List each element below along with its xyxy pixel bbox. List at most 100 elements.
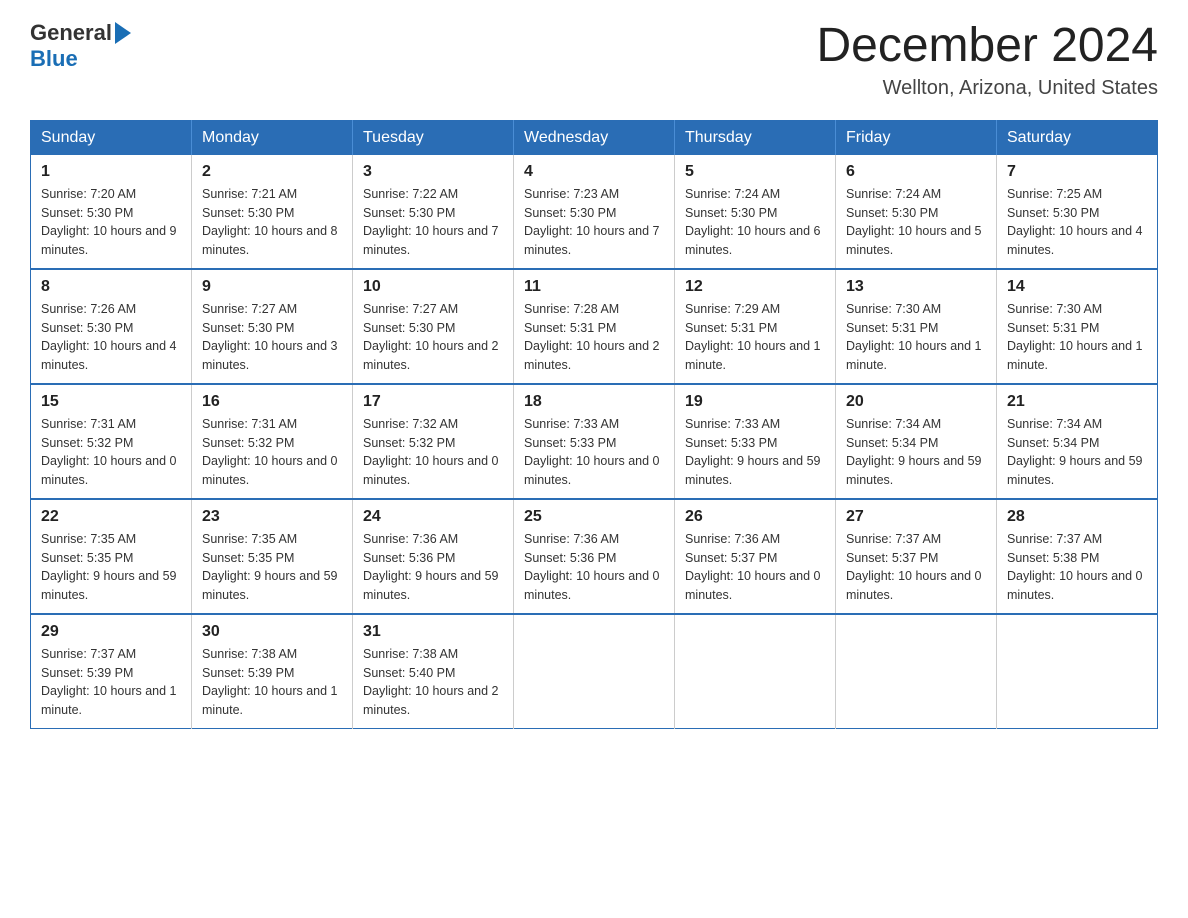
day-header-thursday: Thursday bbox=[675, 120, 836, 155]
calendar-cell: 15 Sunrise: 7:31 AMSunset: 5:32 PMDaylig… bbox=[31, 384, 192, 499]
day-number: 9 bbox=[202, 278, 342, 296]
calendar-cell: 9 Sunrise: 7:27 AMSunset: 5:30 PMDayligh… bbox=[192, 269, 353, 384]
day-number: 31 bbox=[363, 623, 503, 641]
day-number: 5 bbox=[685, 163, 825, 181]
day-info: Sunrise: 7:37 AMSunset: 5:39 PMDaylight:… bbox=[41, 647, 177, 717]
day-number: 23 bbox=[202, 508, 342, 526]
day-info: Sunrise: 7:30 AMSunset: 5:31 PMDaylight:… bbox=[1007, 302, 1143, 372]
day-number: 21 bbox=[1007, 393, 1147, 411]
day-number: 22 bbox=[41, 508, 181, 526]
calendar-cell bbox=[836, 614, 997, 729]
day-info: Sunrise: 7:38 AMSunset: 5:40 PMDaylight:… bbox=[363, 647, 499, 717]
day-info: Sunrise: 7:37 AMSunset: 5:38 PMDaylight:… bbox=[1007, 532, 1143, 602]
day-number: 4 bbox=[524, 163, 664, 181]
day-number: 3 bbox=[363, 163, 503, 181]
calendar-cell: 11 Sunrise: 7:28 AMSunset: 5:31 PMDaylig… bbox=[514, 269, 675, 384]
calendar-cell bbox=[997, 614, 1158, 729]
day-number: 10 bbox=[363, 278, 503, 296]
day-info: Sunrise: 7:31 AMSunset: 5:32 PMDaylight:… bbox=[202, 417, 338, 487]
day-header-saturday: Saturday bbox=[997, 120, 1158, 155]
day-number: 20 bbox=[846, 393, 986, 411]
day-info: Sunrise: 7:38 AMSunset: 5:39 PMDaylight:… bbox=[202, 647, 338, 717]
calendar-cell: 24 Sunrise: 7:36 AMSunset: 5:36 PMDaylig… bbox=[353, 499, 514, 614]
day-info: Sunrise: 7:23 AMSunset: 5:30 PMDaylight:… bbox=[524, 187, 660, 257]
calendar-cell: 14 Sunrise: 7:30 AMSunset: 5:31 PMDaylig… bbox=[997, 269, 1158, 384]
day-info: Sunrise: 7:25 AMSunset: 5:30 PMDaylight:… bbox=[1007, 187, 1143, 257]
calendar-cell bbox=[675, 614, 836, 729]
day-info: Sunrise: 7:36 AMSunset: 5:37 PMDaylight:… bbox=[685, 532, 821, 602]
calendar-cell: 8 Sunrise: 7:26 AMSunset: 5:30 PMDayligh… bbox=[31, 269, 192, 384]
day-number: 17 bbox=[363, 393, 503, 411]
day-number: 18 bbox=[524, 393, 664, 411]
day-info: Sunrise: 7:22 AMSunset: 5:30 PMDaylight:… bbox=[363, 187, 499, 257]
day-number: 7 bbox=[1007, 163, 1147, 181]
day-header-monday: Monday bbox=[192, 120, 353, 155]
location-subtitle: Wellton, Arizona, United States bbox=[816, 77, 1158, 100]
day-number: 15 bbox=[41, 393, 181, 411]
calendar-week-row: 22 Sunrise: 7:35 AMSunset: 5:35 PMDaylig… bbox=[31, 499, 1158, 614]
day-info: Sunrise: 7:32 AMSunset: 5:32 PMDaylight:… bbox=[363, 417, 499, 487]
day-info: Sunrise: 7:33 AMSunset: 5:33 PMDaylight:… bbox=[685, 417, 821, 487]
day-number: 25 bbox=[524, 508, 664, 526]
day-info: Sunrise: 7:24 AMSunset: 5:30 PMDaylight:… bbox=[846, 187, 982, 257]
calendar-cell: 1 Sunrise: 7:20 AMSunset: 5:30 PMDayligh… bbox=[31, 155, 192, 269]
calendar-cell: 25 Sunrise: 7:36 AMSunset: 5:36 PMDaylig… bbox=[514, 499, 675, 614]
logo: General Blue bbox=[30, 20, 131, 72]
calendar-cell: 31 Sunrise: 7:38 AMSunset: 5:40 PMDaylig… bbox=[353, 614, 514, 729]
day-info: Sunrise: 7:34 AMSunset: 5:34 PMDaylight:… bbox=[1007, 417, 1143, 487]
calendar-cell: 5 Sunrise: 7:24 AMSunset: 5:30 PMDayligh… bbox=[675, 155, 836, 269]
calendar-week-row: 29 Sunrise: 7:37 AMSunset: 5:39 PMDaylig… bbox=[31, 614, 1158, 729]
calendar-cell: 18 Sunrise: 7:33 AMSunset: 5:33 PMDaylig… bbox=[514, 384, 675, 499]
calendar-cell: 22 Sunrise: 7:35 AMSunset: 5:35 PMDaylig… bbox=[31, 499, 192, 614]
day-info: Sunrise: 7:35 AMSunset: 5:35 PMDaylight:… bbox=[202, 532, 338, 602]
calendar-cell: 6 Sunrise: 7:24 AMSunset: 5:30 PMDayligh… bbox=[836, 155, 997, 269]
day-info: Sunrise: 7:35 AMSunset: 5:35 PMDaylight:… bbox=[41, 532, 177, 602]
day-number: 13 bbox=[846, 278, 986, 296]
day-info: Sunrise: 7:33 AMSunset: 5:33 PMDaylight:… bbox=[524, 417, 660, 487]
calendar-cell: 21 Sunrise: 7:34 AMSunset: 5:34 PMDaylig… bbox=[997, 384, 1158, 499]
day-number: 8 bbox=[41, 278, 181, 296]
day-number: 28 bbox=[1007, 508, 1147, 526]
calendar-table: SundayMondayTuesdayWednesdayThursdayFrid… bbox=[30, 120, 1158, 729]
day-info: Sunrise: 7:28 AMSunset: 5:31 PMDaylight:… bbox=[524, 302, 660, 372]
day-info: Sunrise: 7:31 AMSunset: 5:32 PMDaylight:… bbox=[41, 417, 177, 487]
calendar-cell: 26 Sunrise: 7:36 AMSunset: 5:37 PMDaylig… bbox=[675, 499, 836, 614]
day-info: Sunrise: 7:29 AMSunset: 5:31 PMDaylight:… bbox=[685, 302, 821, 372]
day-info: Sunrise: 7:36 AMSunset: 5:36 PMDaylight:… bbox=[524, 532, 660, 602]
day-info: Sunrise: 7:24 AMSunset: 5:30 PMDaylight:… bbox=[685, 187, 821, 257]
day-number: 2 bbox=[202, 163, 342, 181]
day-info: Sunrise: 7:27 AMSunset: 5:30 PMDaylight:… bbox=[202, 302, 338, 372]
day-header-tuesday: Tuesday bbox=[353, 120, 514, 155]
calendar-cell bbox=[514, 614, 675, 729]
day-number: 19 bbox=[685, 393, 825, 411]
day-info: Sunrise: 7:36 AMSunset: 5:36 PMDaylight:… bbox=[363, 532, 499, 602]
day-info: Sunrise: 7:30 AMSunset: 5:31 PMDaylight:… bbox=[846, 302, 982, 372]
calendar-cell: 29 Sunrise: 7:37 AMSunset: 5:39 PMDaylig… bbox=[31, 614, 192, 729]
day-number: 26 bbox=[685, 508, 825, 526]
calendar-cell: 16 Sunrise: 7:31 AMSunset: 5:32 PMDaylig… bbox=[192, 384, 353, 499]
day-info: Sunrise: 7:26 AMSunset: 5:30 PMDaylight:… bbox=[41, 302, 177, 372]
calendar-cell: 10 Sunrise: 7:27 AMSunset: 5:30 PMDaylig… bbox=[353, 269, 514, 384]
day-info: Sunrise: 7:37 AMSunset: 5:37 PMDaylight:… bbox=[846, 532, 982, 602]
calendar-cell: 27 Sunrise: 7:37 AMSunset: 5:37 PMDaylig… bbox=[836, 499, 997, 614]
day-number: 29 bbox=[41, 623, 181, 641]
calendar-cell: 28 Sunrise: 7:37 AMSunset: 5:38 PMDaylig… bbox=[997, 499, 1158, 614]
month-year-title: December 2024 bbox=[816, 20, 1158, 73]
calendar-cell: 12 Sunrise: 7:29 AMSunset: 5:31 PMDaylig… bbox=[675, 269, 836, 384]
title-block: December 2024 Wellton, Arizona, United S… bbox=[816, 20, 1158, 100]
calendar-cell: 20 Sunrise: 7:34 AMSunset: 5:34 PMDaylig… bbox=[836, 384, 997, 499]
calendar-cell: 4 Sunrise: 7:23 AMSunset: 5:30 PMDayligh… bbox=[514, 155, 675, 269]
day-number: 30 bbox=[202, 623, 342, 641]
day-number: 12 bbox=[685, 278, 825, 296]
day-info: Sunrise: 7:21 AMSunset: 5:30 PMDaylight:… bbox=[202, 187, 338, 257]
calendar-cell: 13 Sunrise: 7:30 AMSunset: 5:31 PMDaylig… bbox=[836, 269, 997, 384]
logo-triangle-icon bbox=[115, 22, 131, 44]
calendar-cell: 23 Sunrise: 7:35 AMSunset: 5:35 PMDaylig… bbox=[192, 499, 353, 614]
day-number: 6 bbox=[846, 163, 986, 181]
day-number: 1 bbox=[41, 163, 181, 181]
day-number: 11 bbox=[524, 278, 664, 296]
calendar-cell: 17 Sunrise: 7:32 AMSunset: 5:32 PMDaylig… bbox=[353, 384, 514, 499]
day-number: 14 bbox=[1007, 278, 1147, 296]
logo-general-text: General bbox=[30, 20, 112, 46]
calendar-cell: 19 Sunrise: 7:33 AMSunset: 5:33 PMDaylig… bbox=[675, 384, 836, 499]
